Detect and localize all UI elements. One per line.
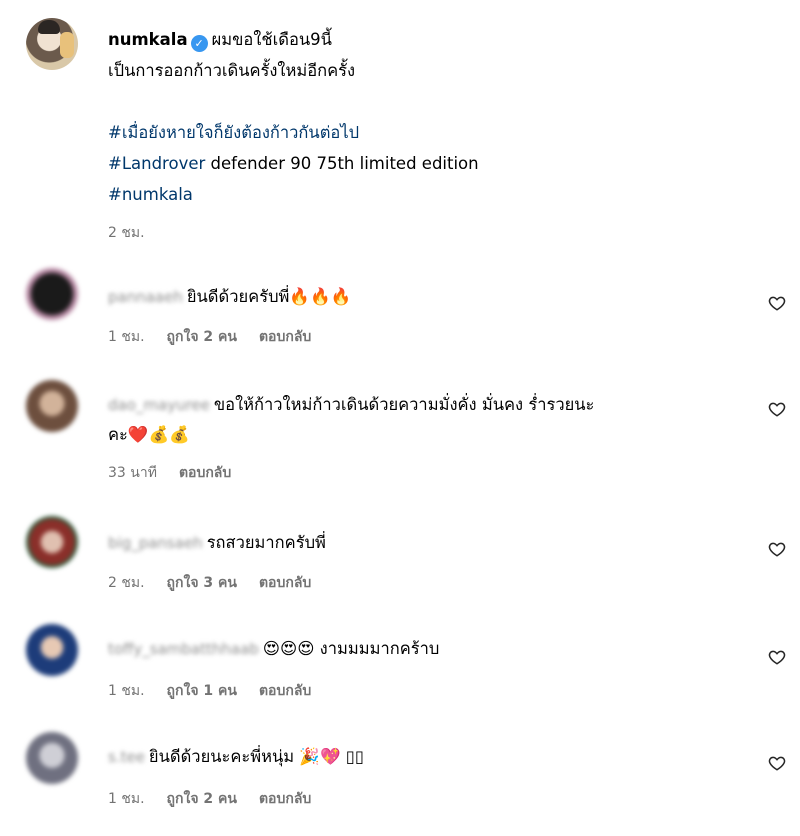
heart-icon[interactable]	[768, 754, 786, 772]
avatar-hair	[38, 20, 60, 34]
caption-text: defender 90 75th limited edition	[205, 154, 479, 173]
hashtag-link[interactable]: #Landrover	[108, 154, 205, 173]
comment-meta: 1 ชม. ถูกใจ 2 คน ตอบกลับ	[108, 788, 311, 810]
commenter-avatar[interactable]	[26, 624, 78, 676]
reply-button[interactable]: ตอบกลับ	[259, 326, 311, 348]
post-timestamp[interactable]: 2 ชม.	[108, 218, 748, 249]
commenter-username[interactable]: s.tee	[108, 743, 145, 772]
commenter-avatar[interactable]	[26, 516, 78, 568]
commenter-avatar[interactable]	[26, 380, 78, 432]
avatar-hand	[60, 32, 74, 58]
hashtag-link[interactable]: #numkala	[108, 185, 193, 204]
caption-first-line: numkala ✓ ผมขอใช้เดือน9นี้	[108, 24, 748, 55]
verified-badge-icon: ✓	[190, 35, 208, 52]
comment-time[interactable]: 1 ชม.	[108, 788, 145, 810]
commenter-username[interactable]: dao_mayuree	[108, 391, 210, 420]
comment-body: s.tee ยินดีด้วยนะคะพี่หนุ่ม 🎉💖 ▯▯	[108, 742, 728, 772]
comment-time[interactable]: 1 ชม.	[108, 680, 145, 702]
author-username[interactable]: numkala	[108, 30, 188, 49]
comment-meta: 1 ชม. ถูกใจ 1 คน ตอบกลับ	[108, 680, 311, 702]
author-avatar[interactable]	[26, 18, 78, 70]
comment-likes[interactable]: ถูกใจ 1 คน	[167, 680, 237, 702]
comment-body: dao_mayuree ขอให้ก้าวใหม่ก้าวเดินด้วยความ…	[108, 390, 728, 449]
comment-body: toffy_sambatthhaab 😍😍😍 งามมมมากคร้าบ	[108, 634, 728, 664]
comment-body: big_pansaeh รถสวยมากครับพี่	[108, 528, 728, 558]
reply-button[interactable]: ตอบกลับ	[179, 462, 231, 484]
reply-button[interactable]: ตอบกลับ	[259, 788, 311, 810]
commenter-avatar[interactable]	[26, 732, 78, 784]
comment-likes[interactable]: ถูกใจ 2 คน	[167, 788, 237, 810]
comment-text: 😍😍😍 งามมมมากคร้าบ	[262, 639, 440, 658]
comment-meta: 33 นาที ตอบกลับ	[108, 462, 231, 484]
comment-text-continued: คะ❤️💰💰	[108, 425, 190, 444]
comment-time[interactable]: 2 ชม.	[108, 572, 145, 594]
reply-button[interactable]: ตอบกลับ	[259, 572, 311, 594]
hashtag-link[interactable]: #เมื่อยังหายใจก็ยังต้องก้าวกันต่อไป	[108, 123, 359, 142]
caption-body: numkala ✓ ผมขอใช้เดือน9นี้ เป็นการออกก้าวเ…	[108, 24, 748, 249]
comment-likes[interactable]: ถูกใจ 3 คน	[167, 572, 237, 594]
comment-text: ขอให้ก้าวใหม่ก้าวเดินด้วยความมั่งคั่ง มั…	[213, 395, 595, 414]
caption-line-2: เป็นการออกก้าวเดินครั้งใหม่อีกครั้ง	[108, 61, 356, 80]
comment-meta: 2 ชม. ถูกใจ 3 คน ตอบกลับ	[108, 572, 311, 594]
comment-body: pannaaeh ยินดีด้วยครับพี่🔥🔥🔥	[108, 282, 728, 312]
reply-button[interactable]: ตอบกลับ	[259, 680, 311, 702]
heart-icon[interactable]	[768, 648, 786, 666]
heart-icon[interactable]	[768, 294, 786, 312]
comment-time[interactable]: 33 นาที	[108, 462, 157, 484]
heart-icon[interactable]	[768, 540, 786, 558]
comment-text: รถสวยมากครับพี่	[206, 533, 326, 552]
comment-likes[interactable]: ถูกใจ 2 คน	[167, 326, 237, 348]
commenter-username[interactable]: toffy_sambatthhaab	[108, 635, 259, 664]
comment-time[interactable]: 1 ชม.	[108, 326, 145, 348]
comment-text: ยินดีด้วยครับพี่🔥🔥🔥	[186, 287, 352, 306]
commenter-username[interactable]: big_pansaeh	[108, 529, 203, 558]
comment-text: ยินดีด้วยนะคะพี่หนุ่ม 🎉💖 ▯▯	[148, 747, 364, 766]
commenter-avatar[interactable]	[26, 268, 78, 320]
caption-line-1: ผมขอใช้เดือน9นี้	[211, 30, 332, 49]
comment-meta: 1 ชม. ถูกใจ 2 คน ตอบกลับ	[108, 326, 311, 348]
commenter-username[interactable]: pannaaeh	[108, 283, 183, 312]
heart-icon[interactable]	[768, 400, 786, 418]
